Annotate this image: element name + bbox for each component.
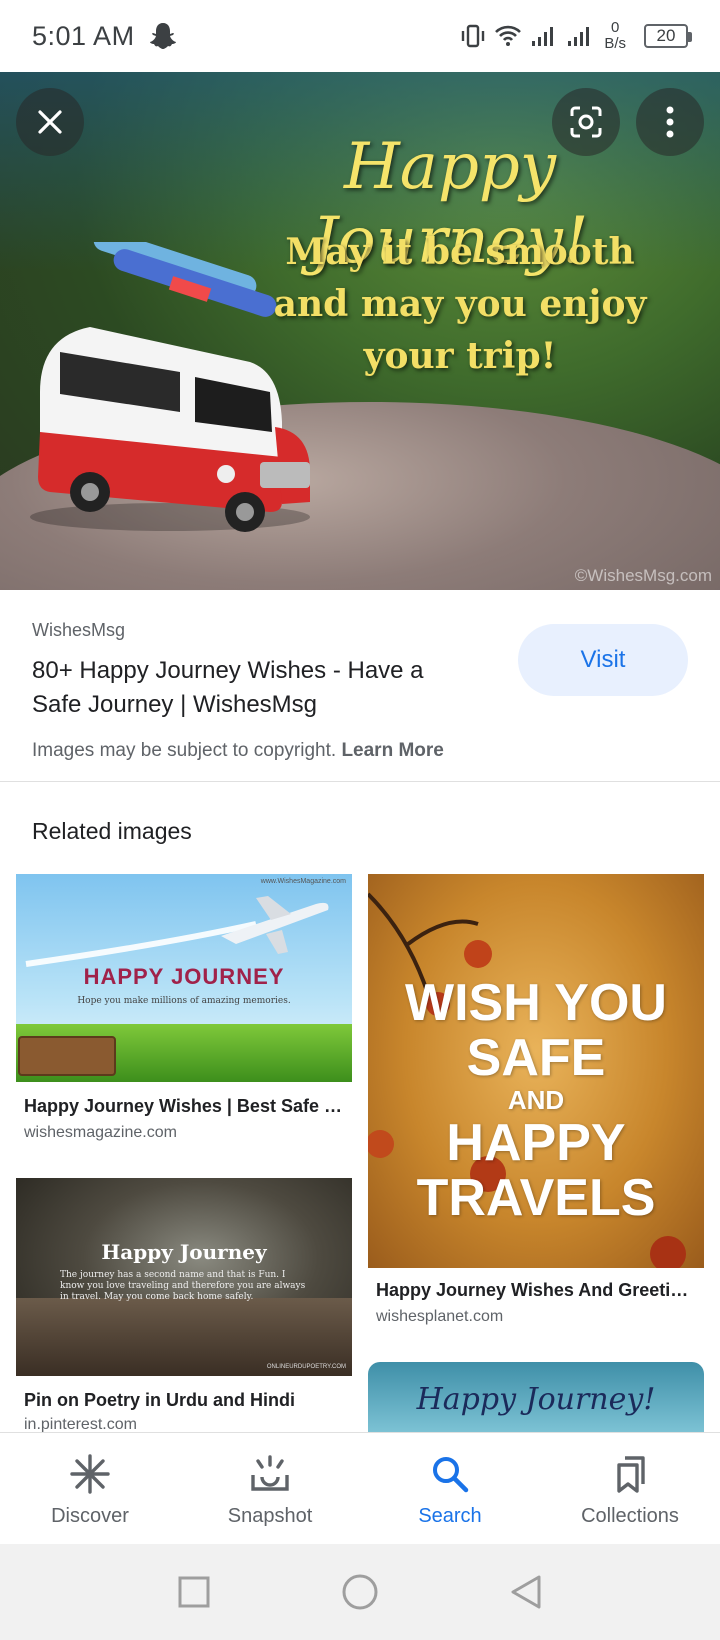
wifi-icon: [495, 25, 522, 46]
result-title[interactable]: 80+ Happy Journey Wishes - Have a Safe J…: [32, 654, 472, 722]
search-icon: [433, 1457, 469, 1493]
related-image-card[interactable]: WISH YOU SAFE AND HAPPY TRAVELS Happy Jo…: [368, 874, 704, 1328]
site-name: WishesMsg: [32, 620, 126, 640]
more-options-button[interactable]: [636, 88, 704, 156]
related-image-domain: wishesplanet.com: [376, 1308, 504, 1325]
related-image-thumb[interactable]: WISH YOU SAFE AND HAPPY TRAVELS: [368, 874, 704, 1268]
thumb-text: WISH YOU SAFE AND HAPPY TRAVELS: [405, 974, 667, 1227]
system-navigation-bar: [0, 1544, 720, 1640]
hero-watermark: ©WishesMsg.com: [574, 566, 712, 585]
lens-icon: [570, 106, 602, 138]
copyright-notice: Images may be subject to copyright. Lear…: [32, 740, 444, 761]
close-icon: [38, 110, 62, 134]
related-image-card[interactable]: Happy Journey!: [368, 1362, 704, 1432]
related-image-card[interactable]: Happy Journey The journey has a second n…: [16, 1178, 352, 1432]
home-button[interactable]: [341, 1573, 379, 1611]
back-button[interactable]: [509, 1574, 543, 1610]
related-image-card[interactable]: www.WishesMagazine.com HAPPY JOURNEY Hop…: [16, 874, 352, 1154]
main-image[interactable]: Happy Journey! May it be smooth and may …: [0, 72, 720, 590]
nav-search[interactable]: Search: [360, 1433, 540, 1544]
related-image-domain: wishesmagazine.com: [24, 1124, 177, 1141]
related-image-title: Pin on Poetry in Urdu and Hindi: [24, 1390, 296, 1410]
battery-icon: 20: [644, 24, 692, 48]
nav-discover[interactable]: Discover: [0, 1433, 180, 1544]
related-image-title: Happy Journey Wishes | Best Safe Journey…: [24, 1096, 344, 1116]
snapshot-icon: [251, 1455, 289, 1491]
related-image-thumb[interactable]: Happy Journey The journey has a second n…: [16, 1178, 352, 1376]
more-vert-icon: [666, 106, 674, 138]
nav-collections[interactable]: Collections: [540, 1433, 720, 1544]
related-images-heading: Related images: [32, 818, 192, 844]
related-image-thumb[interactable]: Happy Journey!: [368, 1362, 704, 1432]
related-image-domain: in.pinterest.com: [24, 1416, 137, 1432]
signal-icon: [532, 27, 554, 46]
status-time: 5:01 AM: [32, 20, 135, 51]
learn-more-link[interactable]: Learn More: [341, 740, 443, 761]
visit-button[interactable]: Visit: [518, 624, 688, 696]
bookmarks-icon: [617, 1456, 645, 1493]
airplane-illustration: [25, 896, 329, 967]
status-bar: 5:01 AM 0 B/s 20: [0, 0, 720, 72]
lens-button[interactable]: [552, 88, 620, 156]
signal-icon-2: [568, 27, 590, 46]
related-image-title: Happy Journey Wishes And Greetings: [376, 1280, 696, 1300]
close-button[interactable]: [16, 88, 84, 156]
asterisk-icon: [70, 1454, 110, 1494]
related-image-thumb[interactable]: www.WishesMagazine.com HAPPY JOURNEY Hop…: [16, 874, 352, 1082]
vibrate-icon: [462, 24, 485, 48]
hero-subtitle: May it be smooth and may you enjoy your …: [273, 231, 647, 377]
bottom-navigation: Discover Snapshot Search Collections: [0, 1432, 720, 1544]
nav-snapshot[interactable]: Snapshot: [180, 1433, 360, 1544]
snapchat-icon: [149, 23, 176, 49]
result-info: WishesMsg 80+ Happy Journey Wishes - Hav…: [0, 590, 720, 782]
recents-button[interactable]: [177, 1575, 211, 1609]
net-speed: 0 B/s: [604, 19, 626, 52]
